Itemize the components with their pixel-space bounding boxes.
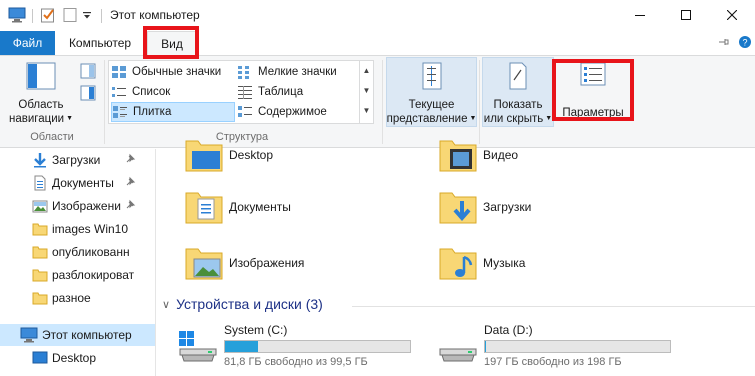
folder-icon [32,221,48,237]
layout-list[interactable]: Список [111,82,235,102]
content-area: Desktop Видео Документы Загрузки Изображ… [156,140,755,376]
nav-item-published[interactable]: опубликованн [0,241,155,263]
navigation-pane-icon [26,62,56,94]
folder-documents[interactable]: Документы [184,187,414,231]
show-hide-button[interactable]: Показать или скрыть ▼ [482,57,554,127]
nav-item-this-pc[interactable]: Этот компьютер [0,324,155,346]
help-icon[interactable]: ? [738,35,752,52]
maximize-icon [681,9,691,23]
folder-videos[interactable]: Видео [438,135,668,179]
nav-item-downloads[interactable]: Загрузки [0,149,155,171]
show-hide-icon [507,62,529,94]
list-icon [111,85,127,99]
minimize-icon [635,9,645,23]
close-button[interactable] [709,0,755,31]
title-bar: Этот компьютер [0,0,755,31]
devices-section-header[interactable]: ∨ Устройства и диски (3) [162,296,323,312]
system-drive-icon [176,329,220,368]
drive-d-usage-bar [484,340,671,353]
layout-content[interactable]: Содержимое [237,102,357,122]
ribbon-tabs: Файл Компьютер Вид ? [0,31,755,55]
navigation-pane-button[interactable]: Область навигации ▼ [8,62,74,126]
desktop-icon [32,350,48,366]
nav-item-misc[interactable]: разное [0,287,155,309]
new-folder-icon[interactable] [62,7,78,26]
group-label-areas: Области [30,131,74,143]
chevron-down-icon: ▼ [469,115,477,122]
pin-icon[interactable] [124,199,136,214]
tab-file[interactable]: Файл [0,31,55,55]
content-icon [237,105,253,119]
folder-icon [32,290,48,306]
layout-details[interactable]: Таблица [237,82,357,102]
pictures-icon [32,198,48,214]
layout-gallery-scroll[interactable]: ▲ ▼ ▼ [359,61,373,123]
minimize-button[interactable] [617,0,663,31]
drive-c[interactable]: System (C:) 81,8 ГБ свободно из 99,5 ГБ [176,323,436,371]
pictures-folder-icon [184,243,224,283]
chevron-down-icon: ▼ [66,115,73,122]
drive-c-usage-bar [224,340,411,353]
details-icon [237,85,253,99]
nav-item-pictures[interactable]: Изображени [0,195,155,217]
desktop-folder-icon [184,135,224,175]
expand-gallery-icon[interactable]: ▼ [360,101,373,121]
nav-item-documents[interactable]: Документы [0,172,155,194]
folder-icon [32,267,48,283]
tab-computer[interactable]: Компьютер [62,31,138,55]
this-pc-icon [20,327,38,343]
properties-icon[interactable] [40,7,56,26]
scroll-down-icon[interactable]: ▼ [360,81,373,101]
chevron-down-icon: ∨ [162,298,171,311]
navigation-pane: Загрузки Документы Изображени images Win… [0,149,155,376]
folder-music[interactable]: Музыка [438,243,668,287]
close-icon [726,9,738,23]
scroll-up-icon[interactable]: ▲ [360,61,373,81]
highlight-options-button [552,59,634,121]
videos-folder-icon [438,135,478,175]
pin-icon[interactable] [124,176,136,191]
nav-item-images-win10[interactable]: images Win10 [0,218,155,240]
tiles-icon [112,105,128,119]
folder-desktop[interactable]: Desktop [184,135,414,179]
documents-folder-icon [184,187,224,227]
pin-icon[interactable] [124,153,136,168]
nav-item-unlock[interactable]: разблокироват [0,264,155,286]
hard-drive-icon [436,329,480,368]
current-view-button[interactable]: Текущее представление ▼ [386,57,477,127]
downloads-folder-icon [438,187,478,227]
highlight-view-tab [143,26,199,59]
folder-pictures[interactable]: Изображения [184,243,414,287]
layout-medium-icons[interactable]: Обычные значки [111,62,235,82]
small-icons-icon [237,65,253,79]
layout-tiles[interactable]: Плитка [111,102,235,122]
music-folder-icon [438,243,478,283]
details-pane-icon[interactable] [80,85,96,104]
layout-small-icons[interactable]: Мелкие значки [237,62,357,82]
folder-downloads[interactable]: Загрузки [438,187,668,231]
customize-toolbar-dropdown-icon[interactable] [82,10,92,24]
nav-item-desktop[interactable]: Desktop [0,347,155,369]
documents-icon [32,175,48,191]
this-pc-icon[interactable] [8,7,26,26]
current-view-icon [421,62,443,94]
svg-text:?: ? [742,38,747,48]
drive-d[interactable]: Data (D:) 197 ГБ свободно из 198 ГБ [436,323,696,371]
downloads-icon [32,152,48,168]
window-title: Этот компьютер [110,8,200,22]
medium-icons-icon [111,65,127,79]
folder-icon [32,244,48,260]
maximize-button[interactable] [663,0,709,31]
pin-ribbon-icon[interactable] [717,35,731,52]
preview-pane-icon[interactable] [80,63,96,82]
layout-gallery: Обычные значки Мелкие значки Список Табл… [108,60,374,124]
